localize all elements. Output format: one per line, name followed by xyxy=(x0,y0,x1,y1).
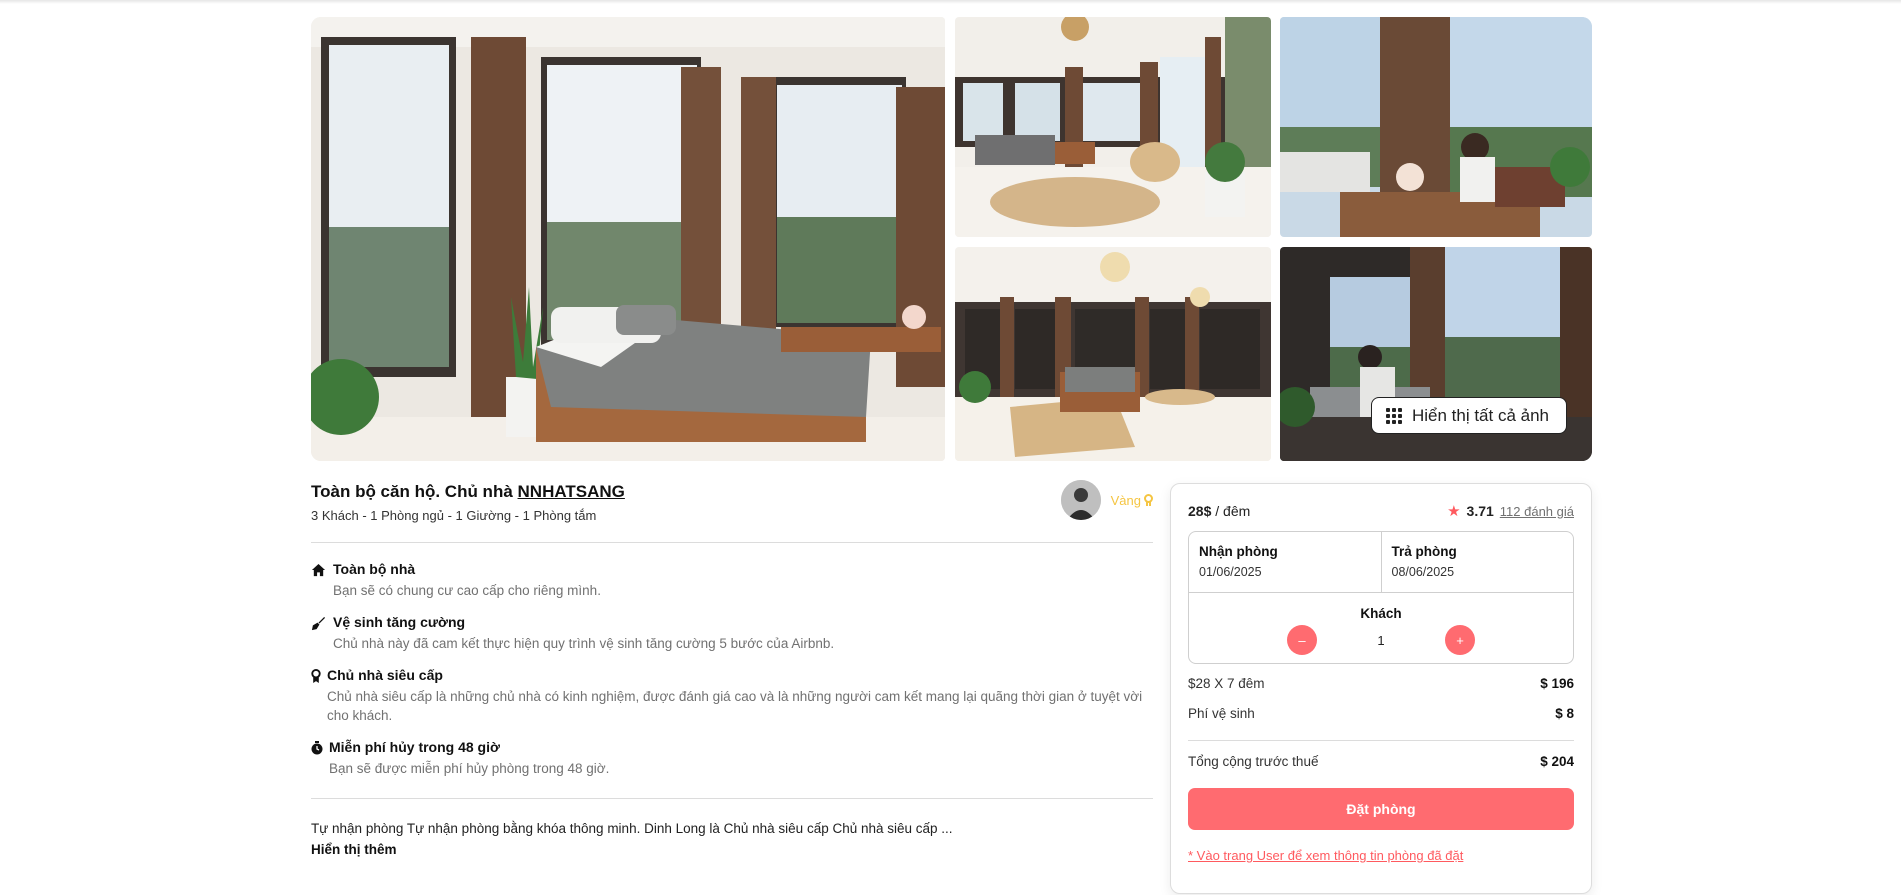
checkout-value: 08/06/2025 xyxy=(1391,565,1455,579)
medal-icon xyxy=(1144,494,1153,506)
host-block: Vàng xyxy=(1060,480,1153,520)
cleaning-fee-label: Phí vệ sinh xyxy=(1188,706,1255,721)
listing-header: Toàn bộ căn hộ. Chủ nhà NNHATSANG 3 Khác… xyxy=(311,480,1153,542)
cleaning-fee-value: $ 8 xyxy=(1555,706,1574,721)
booking-inputs: Nhận phòng 01/06/2025 Trả phòng 08/06/20… xyxy=(1188,531,1574,664)
room-overview-photo[interactable] xyxy=(955,247,1271,461)
host-badge-label: Vàng xyxy=(1110,492,1141,508)
price-row: 28$ / đêm ★ 3.71 112 đánh giá xyxy=(1188,503,1574,519)
show-all-photos-button[interactable]: Hiển thị tất cả ảnh xyxy=(1370,397,1567,434)
grid-icon xyxy=(1385,407,1402,424)
host-name-link[interactable]: NNHATSANG xyxy=(518,482,625,501)
star-icon: ★ xyxy=(1447,502,1461,520)
top-bar-shadow xyxy=(0,0,1901,4)
feature-title: Toàn bộ nhà xyxy=(333,561,416,577)
cleaning-fee-row: Phí vệ sinh $ 8 xyxy=(1188,706,1574,721)
checkout-label: Trả phòng xyxy=(1391,544,1457,559)
listing-title: Toàn bộ căn hộ. Chủ nhà NNHATSANG xyxy=(311,482,1153,502)
rating-value: 3.71 xyxy=(1466,503,1494,519)
show-more-link[interactable]: Hiển thị thêm xyxy=(311,842,397,857)
feature-item: Toàn bộ nhà Bạn sẽ có chung cư cao cấp c… xyxy=(311,561,1153,600)
user-page-link[interactable]: * Vào trang User để xem thông tin phòng … xyxy=(1188,848,1463,863)
guests-count: 1 xyxy=(1377,632,1385,648)
feature-description: Chủ nhà siêu cấp là những chủ nhà có kin… xyxy=(327,689,1143,723)
listing-description: Tự nhận phòng Tự nhận phòng bằng khóa th… xyxy=(311,821,953,836)
rating: ★ 3.71 112 đánh giá xyxy=(1447,503,1574,519)
feature-item: Vệ sinh tăng cường Chủ nhà này đã cam kế… xyxy=(311,614,1153,653)
feature-description: Chủ nhà này đã cam kết thực hiện quy trì… xyxy=(333,636,835,651)
broom-icon xyxy=(311,614,327,653)
home-icon xyxy=(311,561,327,600)
booking-card: 28$ / đêm ★ 3.71 112 đánh giá Nhận phòng… xyxy=(1170,483,1592,894)
feature-description: Bạn sẽ có chung cư cao cấp cho riêng mìn… xyxy=(333,583,601,598)
date-selector: Nhận phòng 01/06/2025 Trả phòng 08/06/20… xyxy=(1189,532,1573,593)
guests-stepper: – 1 + xyxy=(1189,625,1573,655)
living-room-photo[interactable] xyxy=(955,17,1271,237)
nights-cost-row: $28 X 7 đêm $ 196 xyxy=(1188,676,1574,691)
total-row: Tổng cộng trước thuế $ 204 xyxy=(1188,754,1574,769)
reviews-link[interactable]: 112 đánh giá xyxy=(1500,504,1574,519)
nightly-price: 28$ / đêm xyxy=(1188,503,1250,519)
feature-title: Miễn phí hủy trong 48 giờ xyxy=(329,739,500,755)
section-divider xyxy=(311,798,1153,799)
feature-item: Chủ nhà siêu cấp Chủ nhà siêu cấp là nhữ… xyxy=(311,667,1153,725)
listing-details: Toàn bộ căn hộ. Chủ nhà NNHATSANG 3 Khác… xyxy=(311,480,1153,859)
decrease-guests-button[interactable]: – xyxy=(1287,625,1317,655)
feature-description: Bạn sẽ được miễn phí hủy phòng trong 48 … xyxy=(329,761,610,776)
nights-cost-label: $28 X 7 đêm xyxy=(1188,676,1265,691)
feature-item: Miễn phí hủy trong 48 giờ Bạn sẽ được mi… xyxy=(311,739,1153,778)
stopwatch-icon xyxy=(311,739,323,778)
increase-guests-button[interactable]: + xyxy=(1445,625,1475,655)
price-value: 28$ xyxy=(1188,503,1212,519)
main-photo[interactable] xyxy=(311,17,945,461)
checkin-label: Nhận phòng xyxy=(1199,544,1278,559)
card-divider xyxy=(1188,740,1574,741)
nights-cost-value: $ 196 xyxy=(1540,676,1574,691)
photo-gallery: Hiển thị tất cả ảnh xyxy=(311,17,1592,461)
medal-icon xyxy=(311,667,321,725)
total-value: $ 204 xyxy=(1540,754,1574,769)
features-list: Toàn bộ nhà Bạn sẽ có chung cư cao cấp c… xyxy=(311,543,1153,778)
guests-label: Khách xyxy=(1360,606,1402,621)
price-unit: / đêm xyxy=(1211,503,1251,519)
host-badge: Vàng xyxy=(1111,493,1153,508)
listing-title-prefix: Toàn bộ căn hộ. Chủ nhà xyxy=(311,482,513,501)
feature-title: Vệ sinh tăng cường xyxy=(333,614,466,630)
checkout-field[interactable]: Trả phòng 08/06/2025 xyxy=(1380,532,1574,592)
window-view-photo[interactable] xyxy=(1280,17,1592,237)
feature-title: Chủ nhà siêu cấp xyxy=(327,667,443,683)
guests-selector: Khách – 1 + xyxy=(1189,593,1573,655)
checkin-value: 01/06/2025 xyxy=(1199,565,1262,579)
host-avatar[interactable] xyxy=(1060,480,1101,520)
book-button[interactable]: Đặt phòng xyxy=(1188,788,1574,830)
show-all-photos-label: Hiển thị tất cả ảnh xyxy=(1411,405,1549,425)
listing-summary: 3 Khách - 1 Phòng ngủ - 1 Giường - 1 Phò… xyxy=(311,508,597,523)
total-label: Tổng cộng trước thuế xyxy=(1188,754,1319,769)
checkin-field[interactable]: Nhận phòng 01/06/2025 xyxy=(1189,532,1381,592)
